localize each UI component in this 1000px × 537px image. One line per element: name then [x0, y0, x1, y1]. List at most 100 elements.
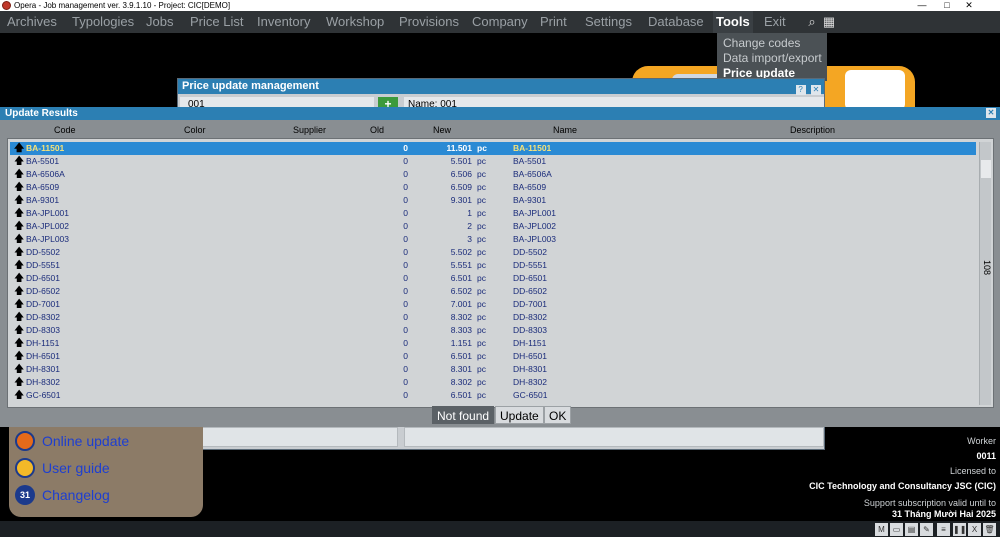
menu-exit[interactable]: Exit — [764, 11, 786, 33]
menu-price-list[interactable]: Price List — [190, 11, 243, 33]
col-supplier[interactable]: Supplier — [293, 123, 326, 137]
cell-code: DD-6502 — [26, 286, 61, 296]
cell-new: 8.301 — [450, 364, 472, 374]
cell-new: 5.502 — [450, 247, 472, 257]
help-button[interactable]: ? — [795, 85, 806, 95]
status-excel-icon[interactable]: X — [968, 523, 981, 536]
status-trash-icon[interactable]: 🗑 — [983, 523, 996, 536]
scrollbar[interactable]: 108 — [979, 142, 992, 405]
results-count: 108 — [982, 260, 992, 276]
menu-workshop[interactable]: Workshop — [326, 11, 384, 33]
cell-unit: pc — [477, 195, 486, 205]
scrollbar-thumb[interactable] — [981, 160, 991, 178]
arrow-up-icon: 🡅 — [14, 208, 25, 219]
table-row[interactable]: 🡅 BA-JPL001 0 1 pc BA-JPL001 — [10, 207, 976, 220]
col-code[interactable]: Code — [54, 123, 76, 137]
cell-name: BA-11501 — [513, 143, 552, 153]
maximize-button[interactable]: □ — [936, 0, 958, 11]
table-row[interactable]: 🡅 BA-11501 0 11.501 pc BA-11501 — [10, 142, 976, 155]
cell-unit: pc — [477, 156, 486, 166]
cell-name: DD-5502 — [513, 247, 548, 257]
menu-jobs[interactable]: Jobs — [146, 11, 173, 33]
menu-typologies[interactable]: Typologies — [72, 11, 134, 33]
cell-new: 5.551 — [450, 260, 472, 270]
table-row[interactable]: 🡅 DD-8302 0 8.302 pc DD-8302 — [10, 311, 976, 324]
status-print-icon[interactable]: ▤ — [905, 523, 918, 536]
menu-inventory[interactable]: Inventory — [257, 11, 310, 33]
arrow-up-icon: 🡅 — [14, 260, 25, 271]
col-description[interactable]: Description — [790, 123, 835, 137]
table-row[interactable]: 🡅 DD-6502 0 6.502 pc DD-6502 — [10, 285, 976, 298]
table-row[interactable]: 🡅 DH-8301 0 8.301 pc DH-8301 — [10, 363, 976, 376]
online-update-link[interactable]: Online update — [15, 430, 129, 452]
menu-item-change-codes[interactable]: Change codes — [723, 36, 800, 51]
close-update-results-button[interactable]: ✕ — [986, 108, 996, 118]
table-row[interactable]: 🡅 BA-JPL003 0 3 pc BA-JPL003 — [10, 233, 976, 246]
close-price-update-button[interactable]: ✕ — [811, 85, 821, 95]
arrow-up-icon: 🡅 — [14, 299, 25, 310]
table-row[interactable]: 🡅 DD-7001 0 7.001 pc DD-7001 — [10, 298, 976, 311]
arrow-up-icon: 🡅 — [14, 273, 25, 284]
status-m-icon[interactable]: M — [875, 523, 888, 536]
menu-tools[interactable]: Tools — [713, 11, 753, 33]
worker-label: Worker — [967, 436, 996, 446]
col-color[interactable]: Color — [184, 123, 206, 137]
table-row[interactable]: 🡅 DH-1151 0 1.151 pc DH-1151 — [10, 337, 976, 350]
status-list-icon[interactable]: ≡ — [937, 523, 950, 536]
menu-settings[interactable]: Settings — [585, 11, 632, 33]
col-name[interactable]: Name — [553, 123, 577, 137]
table-row[interactable]: 🡅 BA-JPL002 0 2 pc BA-JPL002 — [10, 220, 976, 233]
menu-company[interactable]: Company — [472, 11, 528, 33]
table-row[interactable]: 🡅 BA-6509 0 6.509 pc BA-6509 — [10, 181, 976, 194]
results-list[interactable]: 🡅 BA-11501 0 11.501 pc BA-11501 🡅 BA-5501 0 5.501… — [7, 138, 994, 408]
cell-old: 0 — [403, 364, 408, 374]
search-icon[interactable]: ⌕ — [805, 15, 819, 29]
table-row[interactable]: 🡅 DD-5551 0 5.551 pc DD-5551 — [10, 259, 976, 272]
arrow-up-icon: 🡅 — [14, 195, 25, 206]
worker-value: 0011 — [976, 451, 996, 461]
cell-code: DH-1151 — [26, 338, 60, 348]
status-window-icon[interactable]: ▭ — [890, 523, 903, 536]
cell-unit: pc — [477, 221, 486, 231]
cell-code: DD-5502 — [26, 247, 61, 257]
table-row[interactable]: 🡅 DD-6501 0 6.501 pc DD-6501 — [10, 272, 976, 285]
menu-provisions[interactable]: Provisions — [399, 11, 459, 33]
table-row[interactable]: 🡅 BA-6506A 0 6.506 pc BA-6506A — [10, 168, 976, 181]
table-row[interactable]: 🡅 DD-5502 0 5.502 pc DD-5502 — [10, 246, 976, 259]
cell-code: DD-5551 — [26, 260, 61, 270]
ok-button[interactable]: OK — [544, 406, 572, 424]
arrow-up-icon: 🡅 — [14, 143, 25, 154]
status-edit-icon[interactable]: ✎ — [920, 523, 933, 536]
menu-print[interactable]: Print — [540, 11, 567, 33]
table-row[interactable]: 🡅 DH-6501 0 6.501 pc DH-6501 — [10, 350, 976, 363]
col-old[interactable]: Old — [370, 123, 384, 137]
minimize-button[interactable]: — — [911, 0, 933, 11]
table-row[interactable]: 🡅 DH-8302 0 8.302 pc DH-8302 — [10, 376, 976, 389]
menu-archives[interactable]: Archives — [7, 11, 57, 33]
table-row[interactable]: 🡅 GC-6501 0 6.501 pc GC-6501 — [10, 389, 976, 402]
table-row[interactable]: 🡅 DD-8303 0 8.303 pc DD-8303 — [10, 324, 976, 337]
update-button[interactable]: Update — [495, 406, 544, 424]
layout-icon[interactable]: ▦ — [822, 15, 836, 29]
status-pause-icon[interactable]: ❚❚ — [953, 523, 966, 536]
close-window-button[interactable]: ✕ — [958, 0, 980, 11]
not-found-button[interactable]: Not found — [432, 406, 495, 424]
cell-unit: pc — [477, 312, 486, 322]
cell-name: BA-JPL003 — [513, 234, 556, 244]
status-bar: M ▭ ▤ ✎ ≡ ❚❚ X 🗑 — [0, 521, 1000, 537]
menu-item-data-import-export[interactable]: Data import/export — [723, 51, 822, 66]
cell-old: 0 — [403, 156, 408, 166]
table-row[interactable]: 🡅 BA-9301 0 9.301 pc BA-9301 — [10, 194, 976, 207]
user-guide-link[interactable]: User guide — [15, 457, 110, 479]
col-new[interactable]: New — [433, 123, 451, 137]
table-row[interactable]: 🡅 BA-5501 0 5.501 pc BA-5501 — [10, 155, 976, 168]
cell-unit: pc — [477, 143, 487, 153]
menu-database[interactable]: Database — [648, 11, 704, 33]
license-info: Worker 0011 Licensed to CIC Technology a… — [776, 418, 996, 520]
arrow-up-icon: 🡅 — [14, 325, 25, 336]
cell-code: DD-7001 — [26, 299, 61, 309]
cell-name: DD-8302 — [513, 312, 548, 322]
changelog-link[interactable]: 31 Changelog — [15, 484, 110, 506]
cell-old: 0 — [403, 390, 408, 400]
cell-old: 0 — [403, 143, 408, 153]
